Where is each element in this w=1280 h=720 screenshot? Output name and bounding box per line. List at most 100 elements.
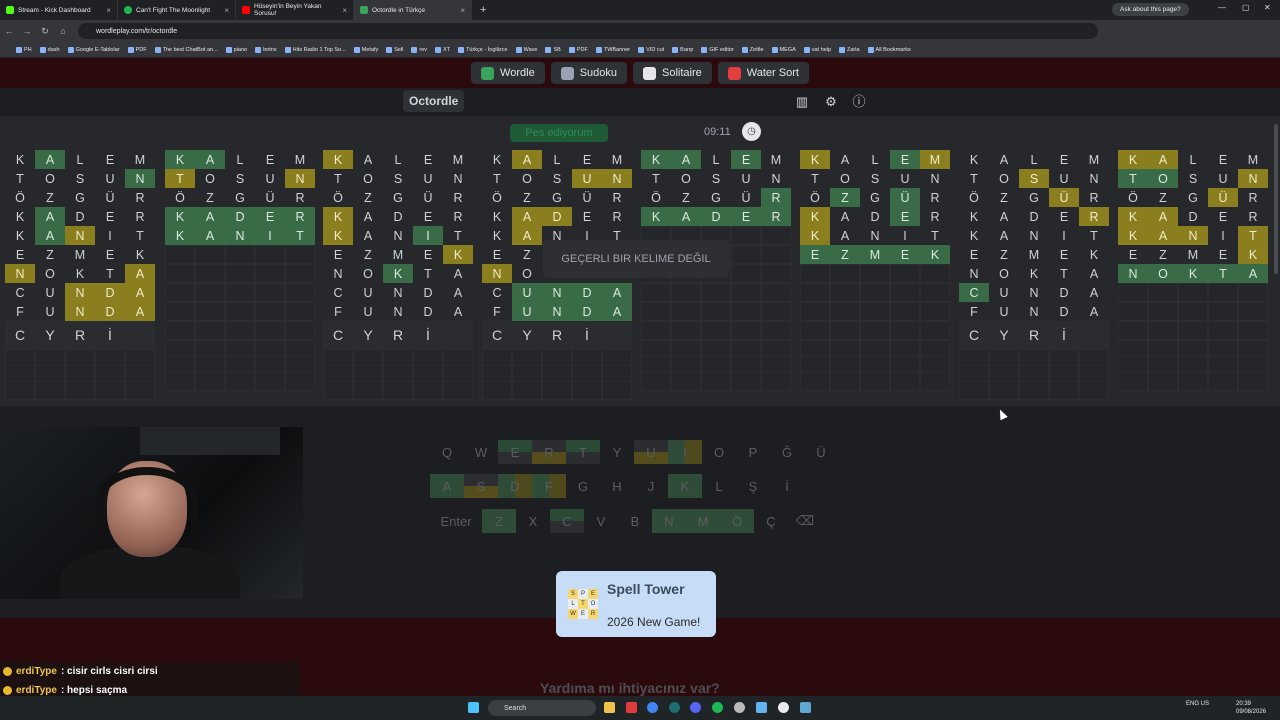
forward-icon[interactable]: →: [18, 26, 36, 36]
reload-icon[interactable]: ↻: [36, 26, 54, 37]
bookmark-item[interactable]: Sell: [386, 46, 403, 53]
enter-key[interactable]: Enter: [430, 509, 482, 533]
app-icon[interactable]: [756, 702, 767, 713]
key-a[interactable]: A: [430, 474, 464, 498]
home-icon[interactable]: ⌂: [54, 26, 72, 36]
bookmark-item[interactable]: piano: [225, 46, 247, 53]
bookmark-item[interactable]: rev: [411, 46, 427, 53]
scrollbar[interactable]: [1274, 124, 1278, 274]
backspace-key[interactable]: ⌫: [788, 509, 822, 533]
key-e[interactable]: E: [498, 440, 532, 464]
promo-card[interactable]: SPELTOWER Spell Tower 2026 New Game!: [556, 571, 716, 637]
bookmark-item[interactable]: vat help: [803, 46, 831, 53]
key-x[interactable]: X: [516, 509, 550, 533]
key-i[interactable]: I: [668, 440, 702, 464]
give-up-button[interactable]: Pes ediyorum: [510, 124, 608, 142]
key-d[interactable]: D: [498, 474, 532, 498]
clock-icon[interactable]: ◷: [742, 122, 761, 141]
key-ş[interactable]: Ş: [736, 474, 770, 498]
key-q[interactable]: Q: [430, 440, 464, 464]
bookmark-item[interactable]: Zettle: [741, 46, 764, 53]
bookmark-item[interactable]: PH: [16, 46, 32, 53]
app-icon[interactable]: [734, 702, 745, 713]
gear-icon[interactable]: ⚙: [821, 92, 841, 112]
nav-sudoku[interactable]: Sudoku: [550, 62, 628, 84]
chrome-icon[interactable]: [647, 702, 658, 713]
bookmark-item[interactable]: The best ChatBot an...: [154, 46, 218, 53]
key-o[interactable]: O: [702, 440, 736, 464]
folder-icon[interactable]: [604, 702, 615, 713]
key-ö[interactable]: Ö: [720, 509, 754, 533]
key-c[interactable]: C: [550, 509, 584, 533]
minimize-icon[interactable]: —: [1218, 3, 1226, 12]
url-input[interactable]: wordleplay.com/tr/octordle: [78, 23, 1098, 39]
key-i̇[interactable]: İ: [770, 474, 804, 498]
key-ğ[interactable]: Ğ: [770, 440, 804, 464]
key-n[interactable]: N: [652, 509, 686, 533]
bookmark-item[interactable]: MEGA: [771, 46, 796, 53]
tab-music[interactable]: Can't Fight The Moonlight ×: [118, 0, 236, 20]
key-m[interactable]: M: [686, 509, 720, 533]
bookmark-item[interactable]: GIF editor: [701, 46, 734, 53]
nav-water-sort[interactable]: Water Sort: [717, 62, 809, 84]
bookmark-item[interactable]: PDF: [127, 46, 147, 53]
maximize-icon[interactable]: ▢: [1242, 3, 1250, 12]
key-g[interactable]: G: [566, 474, 600, 498]
nav-solitaire[interactable]: Solitaire: [633, 62, 712, 84]
app-icon[interactable]: [626, 702, 637, 713]
bookmark-item[interactable]: Wave: [515, 46, 537, 53]
steam-icon[interactable]: [800, 702, 811, 713]
bookmark-item[interactable]: Barıp: [672, 46, 693, 53]
tab-kick[interactable]: Stream - Kick Dashboard ×: [0, 0, 118, 20]
spotify-icon[interactable]: [712, 702, 723, 713]
bookmark-item[interactable]: PDF: [568, 46, 588, 53]
key-f[interactable]: F: [532, 474, 566, 498]
key-u[interactable]: U: [634, 440, 668, 464]
bookmark-item[interactable]: dash: [39, 46, 60, 53]
bookmark-item[interactable]: TWBanner: [595, 46, 630, 53]
key-j[interactable]: J: [634, 474, 668, 498]
info-icon[interactable]: ⓘ: [849, 92, 869, 112]
bookmark-item[interactable]: Türkçe - İngilizce: [458, 46, 508, 53]
window-close-icon[interactable]: ✕: [1264, 3, 1271, 12]
bookmark-item[interactable]: All Bookmarks: [867, 46, 911, 53]
clock-date[interactable]: 09/08/2026: [1236, 708, 1266, 716]
bookmark-item[interactable]: botnx: [255, 46, 277, 53]
discord-icon[interactable]: [690, 702, 701, 713]
key-y[interactable]: Y: [600, 440, 634, 464]
app-icon[interactable]: [778, 702, 789, 713]
stats-icon[interactable]: ▥: [792, 92, 812, 112]
tab-youtube[interactable]: Hüseyin'in Beyin Yakan Sorusu! ×: [236, 0, 354, 20]
tab-octordle[interactable]: Octordle in Türkçe ×: [354, 0, 472, 20]
key-r[interactable]: R: [532, 440, 566, 464]
close-icon[interactable]: ×: [224, 6, 229, 15]
bookmark-item[interactable]: Hits Radio 1 Top So...: [284, 46, 346, 53]
key-v[interactable]: V: [584, 509, 618, 533]
bookmark-item[interactable]: Zarla: [839, 46, 860, 53]
bookmark-item[interactable]: Google E-Tablolar: [67, 46, 120, 53]
bookmark-item[interactable]: XT: [435, 46, 450, 53]
key-p[interactable]: P: [736, 440, 770, 464]
key-b[interactable]: B: [618, 509, 652, 533]
clock-time[interactable]: 20:39: [1236, 700, 1251, 708]
bookmark-item[interactable]: SB: [545, 46, 561, 53]
windows-start-icon[interactable]: [468, 702, 479, 713]
new-tab-button[interactable]: +: [472, 4, 494, 16]
key-h[interactable]: H: [600, 474, 634, 498]
key-l[interactable]: L: [702, 474, 736, 498]
bookmark-item[interactable]: VID cut: [638, 46, 664, 53]
ask-page-button[interactable]: Ask about this page?: [1112, 3, 1189, 16]
key-ü[interactable]: Ü: [804, 440, 838, 464]
close-icon[interactable]: ×: [460, 6, 465, 15]
key-k[interactable]: K: [668, 474, 702, 498]
key-ç[interactable]: Ç: [754, 509, 788, 533]
close-icon[interactable]: ×: [342, 6, 347, 15]
key-t[interactable]: T: [566, 440, 600, 464]
nav-wordle[interactable]: Wordle: [471, 62, 545, 84]
app-icon[interactable]: [669, 702, 680, 713]
taskbar-search[interactable]: Search: [488, 700, 596, 716]
language-indicator[interactable]: ENG US: [1186, 700, 1209, 708]
key-z[interactable]: Z: [482, 509, 516, 533]
key-w[interactable]: W: [464, 440, 498, 464]
bookmark-item[interactable]: Metafy: [353, 46, 378, 53]
